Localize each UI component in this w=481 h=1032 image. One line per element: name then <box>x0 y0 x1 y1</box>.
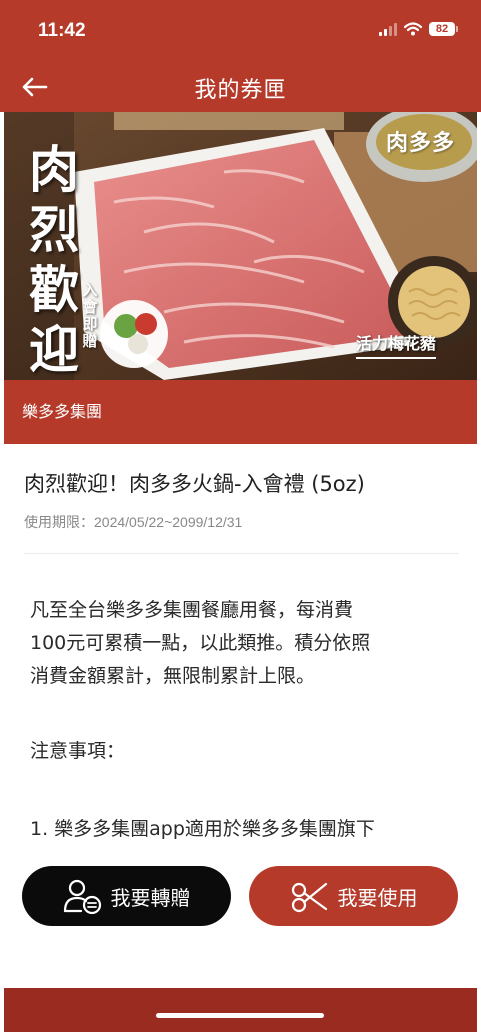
brand-logo: 肉多多 <box>385 131 455 156</box>
brand-name: 樂多多集團 <box>4 380 477 444</box>
coupon-description: 凡至全台樂多多集團餐廳用餐，每消費 100元可累積一點，以此類推。積分依照 消費… <box>30 594 450 693</box>
use-button-label: 我要使用 <box>337 885 418 910</box>
use-button[interactable]: 我要使用 <box>249 866 458 926</box>
coupon-title: 肉烈歡迎！肉多多火鍋-入會禮 (5oz) <box>24 472 365 496</box>
bottom-bar <box>4 988 477 1032</box>
headline-char: 迎 <box>29 320 79 379</box>
status-icons: 82 <box>379 22 458 36</box>
status-bar: 11:42 82 <box>0 0 481 62</box>
notice-heading: 注意事項： <box>30 740 126 762</box>
description-line: 消費金額累計，無限制累計上限。 <box>30 665 316 687</box>
wifi-icon <box>404 22 422 36</box>
app-bar: 我的券匣 <box>0 62 481 112</box>
banner-subline: 入會即贈 <box>82 281 98 350</box>
description-line: 凡至全台樂多多集團餐廳用餐，每消費 <box>30 599 354 621</box>
divider <box>24 553 459 554</box>
description-line: 100元可累積一點，以此類推。積分依照 <box>30 632 371 654</box>
validity-period: 使用期限：2024/05/22~2099/12/31 <box>24 514 243 530</box>
scissors-icon <box>291 882 327 913</box>
signal-icon <box>379 22 397 36</box>
home-indicator[interactable] <box>156 1013 324 1018</box>
transfer-button-label: 我要轉贈 <box>110 885 191 910</box>
page-title: 我的券匣 <box>194 78 287 103</box>
status-time: 11:42 <box>38 20 86 41</box>
gift-transfer-icon <box>63 879 101 914</box>
battery-icon: 82 <box>429 22 458 36</box>
product-tag: 活力梅花豬 <box>356 330 437 359</box>
transfer-button[interactable]: 我要轉贈 <box>22 866 231 926</box>
rule-item: 1. 樂多多集團app適用於樂多多集團旗下 <box>30 818 375 840</box>
